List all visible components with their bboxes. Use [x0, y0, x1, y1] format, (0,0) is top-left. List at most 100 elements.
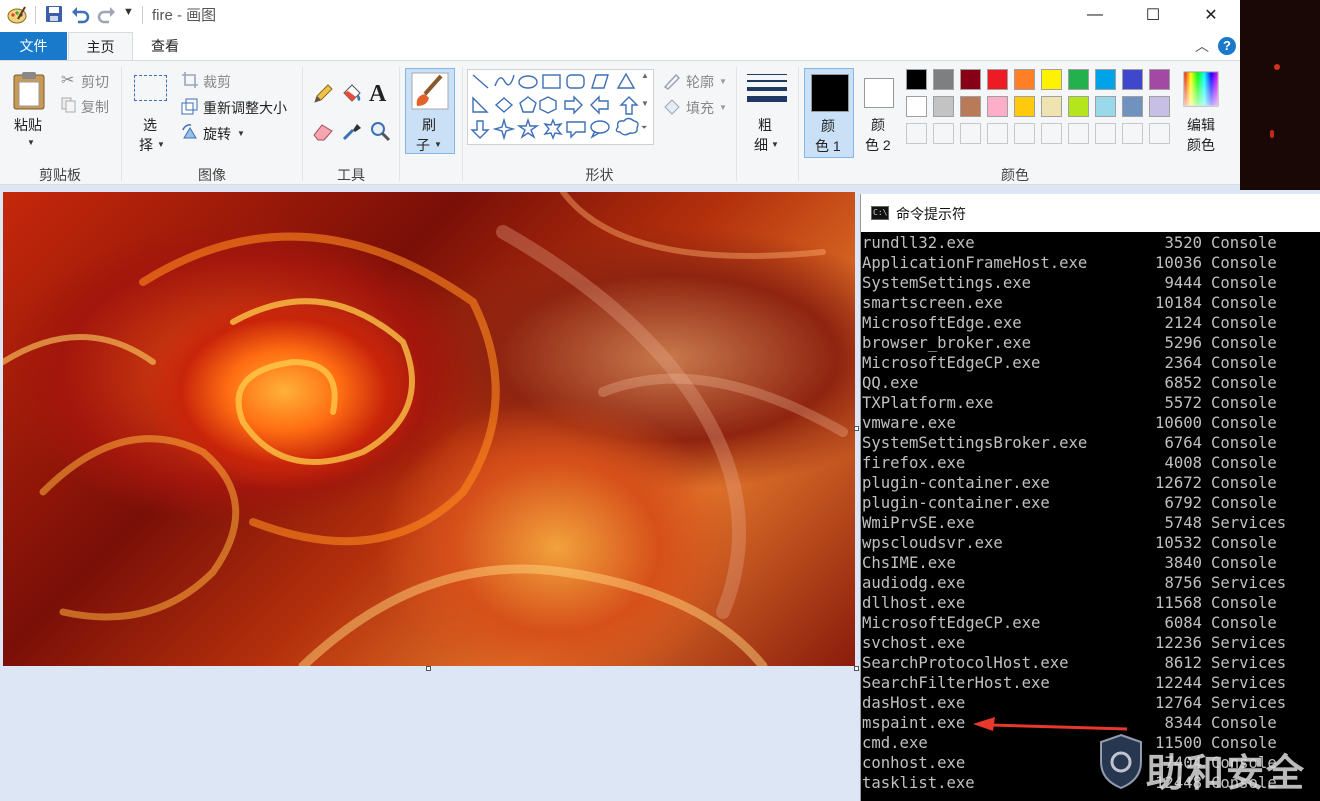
resize-handle-corner[interactable] [854, 666, 859, 671]
shapes-gallery[interactable] [467, 69, 654, 145]
color-swatch[interactable] [1068, 123, 1089, 144]
color-swatch[interactable] [1068, 69, 1089, 90]
color-swatch[interactable] [960, 96, 981, 117]
collapse-ribbon-icon[interactable]: ︿ [1195, 36, 1209, 56]
outline-label[interactable]: 轮廓 [686, 72, 714, 92]
paste-icon[interactable] [12, 71, 48, 111]
customize-qat-icon[interactable]: ▼ [123, 6, 134, 18]
color-swatch[interactable] [1014, 123, 1035, 144]
select-dropdown-icon[interactable]: ▼ [157, 140, 165, 149]
fill-label[interactable]: 填充 [686, 98, 714, 118]
color-swatch[interactable] [1041, 123, 1062, 144]
process-pid: 5296 [1164, 334, 1202, 352]
edit-colors-icon[interactable] [1183, 71, 1219, 107]
color-swatch[interactable] [1149, 96, 1170, 117]
brushes-button[interactable]: 刷 子 ▼ [405, 68, 455, 154]
color-swatch[interactable] [960, 69, 981, 90]
edit-colors-label-1[interactable]: 编辑 [1187, 115, 1215, 135]
color-swatch[interactable] [1095, 123, 1116, 144]
color-swatch[interactable] [1041, 69, 1062, 90]
color-swatch[interactable] [1041, 96, 1062, 117]
cut-label[interactable]: 剪切 [81, 72, 109, 92]
cmd-output[interactable]: rundll32.exe 3520 Console ApplicationFrameH… [862, 233, 1320, 793]
canvas-area[interactable] [0, 185, 860, 801]
tab-view[interactable]: 查看 [134, 32, 196, 60]
process-name: MicrosoftEdgeCP.exe [862, 614, 1041, 632]
process-name: TXPlatform.exe [862, 394, 994, 412]
crop-icon[interactable] [181, 71, 199, 89]
color-swatch[interactable] [960, 123, 981, 144]
color-swatch[interactable] [1095, 69, 1116, 90]
color-swatch[interactable] [1014, 96, 1035, 117]
select-label-1[interactable]: 选 [143, 115, 157, 135]
shapes-expand-button[interactable]: ⏷ [641, 123, 647, 133]
color-swatch[interactable] [933, 96, 954, 117]
outline-dropdown-icon[interactable]: ▼ [719, 77, 727, 86]
size-button[interactable]: 粗 细 ▼ [744, 71, 790, 157]
color-swatch[interactable] [1122, 96, 1143, 117]
color-swatch[interactable] [987, 96, 1008, 117]
color-swatch[interactable] [1122, 69, 1143, 90]
fire-rose-image[interactable] [3, 192, 855, 666]
fill-dropdown-icon[interactable]: ▼ [719, 103, 727, 112]
process-session: Console [1211, 374, 1277, 392]
paste-dropdown-icon[interactable]: ▼ [27, 138, 35, 147]
color-swatch[interactable] [1068, 96, 1089, 117]
tab-file[interactable]: 文件 [0, 32, 67, 60]
color2-button[interactable]: 颜 色 2 [858, 68, 902, 158]
select-label-2[interactable]: 择 [139, 135, 153, 155]
color-swatch[interactable] [1095, 96, 1116, 117]
color1-button[interactable]: 颜 色 1 [804, 68, 854, 158]
shapes-scroll-down-button[interactable]: ▼ [641, 99, 649, 108]
crop-label[interactable]: 裁剪 [203, 72, 231, 92]
color-swatch[interactable] [933, 69, 954, 90]
cmd-title-bar[interactable]: C:\ 命令提示符 [861, 194, 1320, 232]
magnifier-icon[interactable] [369, 120, 391, 142]
copy-label[interactable]: 复制 [81, 97, 109, 117]
eraser-icon[interactable] [312, 121, 334, 141]
color-swatch[interactable] [933, 123, 954, 144]
color-swatch[interactable] [906, 123, 927, 144]
process-name: MicrosoftEdgeCP.exe [862, 354, 1041, 372]
paste-label[interactable]: 粘贴 [14, 115, 42, 135]
edit-colors-label-2[interactable]: 颜色 [1187, 135, 1215, 155]
resize-handle-right[interactable] [854, 426, 859, 431]
text-tool-icon[interactable]: A [369, 81, 386, 108]
fill-icon[interactable] [662, 97, 682, 117]
tab-home[interactable]: 主页 [68, 32, 133, 61]
undo-icon[interactable] [70, 4, 90, 24]
maximize-button[interactable]: ☐ [1124, 0, 1182, 30]
divider [35, 6, 36, 24]
rotate-dropdown-icon[interactable]: ▼ [237, 129, 245, 138]
pencil-icon[interactable] [312, 83, 334, 105]
color-picker-icon[interactable] [341, 120, 363, 142]
color-swatch[interactable] [906, 96, 927, 117]
paint-app-icon[interactable] [6, 4, 28, 26]
select-icon[interactable] [134, 75, 167, 101]
outline-icon[interactable] [662, 72, 682, 90]
save-icon[interactable] [45, 5, 63, 23]
color-swatch[interactable] [1149, 123, 1170, 144]
color-swatch[interactable] [1122, 123, 1143, 144]
color-swatch[interactable] [987, 123, 1008, 144]
resize-label[interactable]: 重新调整大小 [203, 98, 287, 118]
color-swatch[interactable] [987, 69, 1008, 90]
rotate-label[interactable]: 旋转 [203, 124, 231, 144]
color2-swatch [864, 78, 894, 108]
resize-icon[interactable] [181, 98, 199, 116]
minimize-button[interactable]: — [1066, 0, 1124, 30]
close-button[interactable]: ✕ [1182, 0, 1240, 30]
shapes-scroll-up-button[interactable]: ▲ [641, 71, 649, 80]
color-swatch[interactable] [906, 69, 927, 90]
color-swatch[interactable] [1014, 69, 1035, 90]
resize-handle-bottom[interactable] [426, 666, 431, 671]
rotate-icon[interactable] [181, 124, 199, 142]
cmd-window[interactable]: C:\ 命令提示符 rundll32.exe 3520 Console Applica… [860, 194, 1320, 801]
cut-icon[interactable]: ✂ [61, 70, 74, 90]
help-icon[interactable]: ? [1218, 37, 1236, 55]
copy-icon[interactable] [60, 96, 78, 114]
fill-bucket-icon[interactable] [340, 81, 364, 105]
color-swatch[interactable] [1149, 69, 1170, 90]
redo-icon[interactable] [97, 4, 117, 24]
color2-label-1: 颜 [871, 117, 885, 133]
